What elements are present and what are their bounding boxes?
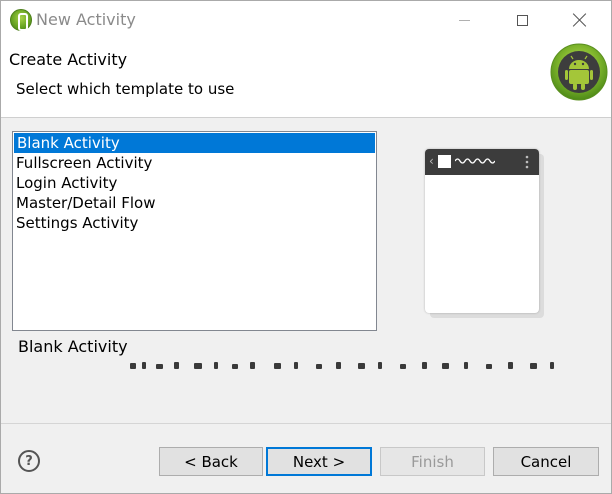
title-squiggle-icon (455, 158, 495, 164)
close-button[interactable] (557, 1, 603, 39)
app-square-icon (438, 155, 451, 168)
maximize-icon (516, 14, 528, 26)
back-button[interactable]: < Back (159, 447, 263, 476)
list-item[interactable]: Blank Activity (14, 133, 375, 153)
list-item[interactable]: Master/Detail Flow (13, 193, 376, 213)
next-button[interactable]: Next > (266, 447, 372, 476)
android-adt-icon (10, 9, 32, 31)
page-subtitle: Select which template to use (16, 80, 235, 98)
title-bar: New Activity (1, 1, 611, 39)
minimize-icon (458, 19, 470, 21)
close-icon (573, 13, 587, 27)
overflow-menu-icon (525, 155, 529, 169)
finish-button[interactable]: Finish (380, 447, 485, 476)
template-list[interactable]: Blank Activity Fullscreen Activity Login… (12, 131, 377, 331)
minimize-button[interactable] (441, 1, 487, 39)
page-title: Create Activity (9, 50, 128, 69)
maximize-button[interactable] (499, 1, 545, 39)
template-description-title: Blank Activity (18, 337, 128, 356)
window-title: New Activity (36, 10, 136, 29)
template-preview: ‹ (425, 149, 545, 319)
action-bar: ‹ (425, 149, 539, 175)
list-item[interactable]: Settings Activity (13, 213, 376, 233)
new-activity-dialog: New Activity Create Activity Select whic… (0, 0, 612, 494)
chevron-left-icon: ‹ (429, 154, 434, 168)
phone-screen: ‹ (425, 149, 539, 313)
button-bar-separator (1, 423, 611, 424)
list-item[interactable]: Login Activity (13, 173, 376, 193)
wizard-header: Create Activity Select which template to… (1, 39, 611, 118)
list-item[interactable]: Fullscreen Activity (13, 153, 376, 173)
description-text-clipped (130, 362, 554, 369)
help-circle-icon: ? (25, 453, 33, 469)
help-button[interactable]: ? (18, 450, 40, 472)
cancel-button[interactable]: Cancel (493, 447, 599, 476)
android-logo-icon (550, 43, 608, 101)
